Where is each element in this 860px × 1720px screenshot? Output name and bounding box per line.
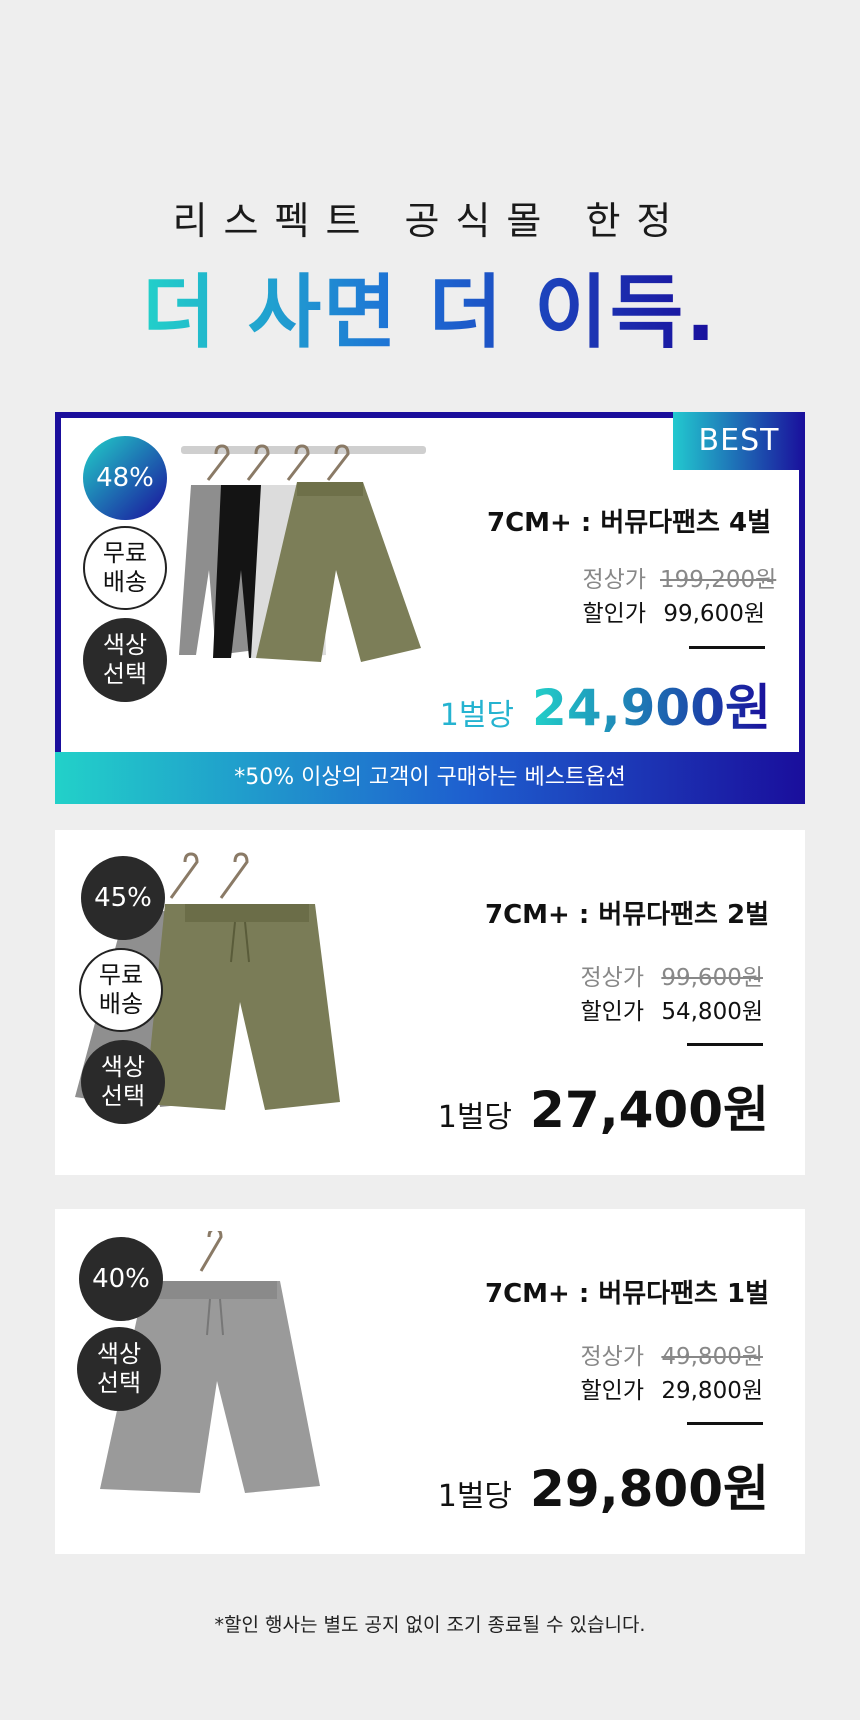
badge-label: 색상 선택 bbox=[100, 1053, 146, 1110]
per-unit-value: 27,400원 bbox=[530, 1081, 769, 1139]
sale-price: 54,800원 bbox=[661, 999, 763, 1025]
per-unit-price: 1벌당 27,400원 bbox=[438, 1070, 769, 1142]
original-price-label: 정상가 bbox=[580, 965, 644, 991]
color-select-badge: 색상 선택 bbox=[83, 618, 167, 702]
badge-label: 무료 배송 bbox=[102, 539, 148, 596]
sale-price-label: 할인가 bbox=[582, 601, 646, 627]
free-shipping-badge: 무료 배송 bbox=[79, 948, 163, 1032]
color-select-badge: 색상 선택 bbox=[81, 1040, 165, 1124]
sale-price-row: 할인가 29,800원 bbox=[581, 1371, 763, 1405]
per-unit-value: 29,800원 bbox=[530, 1460, 769, 1518]
discount-badge: 48% bbox=[83, 436, 167, 520]
per-unit-value: 24,900원 bbox=[532, 668, 771, 740]
original-price-label: 정상가 bbox=[582, 567, 646, 593]
product-card-2pack[interactable]: 45% 무료 배송 색상 선택 7CM+ : 버뮤다팬츠 2벌 정상가 99,6… bbox=[55, 830, 805, 1175]
original-price-row: 정상가 199,200원 bbox=[582, 560, 777, 594]
price-divider bbox=[687, 1043, 763, 1046]
original-price: 99,600원 bbox=[661, 965, 763, 991]
headline-text: 더 사면 더 이득. bbox=[142, 266, 718, 359]
discount-badge: 40% bbox=[79, 1237, 163, 1321]
original-price: 199,200원 bbox=[660, 567, 777, 593]
sale-price: 99,600원 bbox=[663, 601, 765, 627]
badge-label: 색상 선택 bbox=[102, 631, 148, 688]
per-unit-label: 1벌당 bbox=[439, 698, 515, 733]
product-title: 7CM+ : 버뮤다팬츠 4벌 bbox=[487, 508, 771, 538]
price-divider bbox=[687, 1422, 763, 1425]
page-headline: 더 사면 더 이득. bbox=[0, 248, 860, 364]
free-shipping-badge: 무료 배송 bbox=[83, 526, 167, 610]
sale-price-row: 할인가 99,600원 bbox=[583, 594, 765, 628]
per-unit-label: 1벌당 bbox=[437, 1100, 513, 1135]
per-unit-price: 1벌당 29,800원 bbox=[438, 1449, 769, 1521]
sale-price-label: 할인가 bbox=[580, 999, 644, 1025]
product-image-4pack bbox=[179, 444, 426, 662]
original-price-row: 정상가 99,600원 bbox=[581, 958, 763, 992]
sale-price: 29,800원 bbox=[661, 1378, 763, 1404]
product-title: 7CM+ : 버뮤다팬츠 2벌 bbox=[485, 900, 769, 930]
original-price-row: 정상가 49,800원 bbox=[581, 1337, 763, 1371]
page-subtitle: 리스펙트 공식몰 한정 bbox=[172, 199, 688, 243]
best-option-banner: *50% 이상의 고객이 구매하는 베스트옵션 bbox=[55, 752, 805, 804]
disclaimer-note: *할인 행사는 별도 공지 없이 조기 종료될 수 있습니다. bbox=[214, 1614, 646, 1636]
badge-label: 색상 선택 bbox=[96, 1340, 142, 1397]
best-tag: BEST bbox=[673, 412, 805, 470]
color-select-badge: 색상 선택 bbox=[77, 1327, 161, 1411]
per-unit-price: 1벌당 24,900원 bbox=[440, 668, 771, 740]
product-title: 7CM+ : 버뮤다팬츠 1벌 bbox=[485, 1279, 769, 1309]
price-divider bbox=[689, 646, 765, 649]
discount-badge: 45% bbox=[81, 856, 165, 940]
sale-price-row: 할인가 54,800원 bbox=[581, 992, 763, 1026]
sale-price-label: 할인가 bbox=[580, 1378, 644, 1404]
per-unit-label: 1벌당 bbox=[437, 1479, 513, 1514]
product-card-1pack[interactable]: 40% 색상 선택 7CM+ : 버뮤다팬츠 1벌 정상가 49,800원 할인… bbox=[55, 1209, 805, 1554]
original-price-label: 정상가 bbox=[580, 1344, 644, 1370]
badge-label: 무료 배송 bbox=[98, 961, 144, 1018]
original-price: 49,800원 bbox=[661, 1344, 763, 1370]
product-card-4pack[interactable]: BEST 48% 무료 배송 색상 선택 7CM+ : 버뮤다팬츠 4벌 정상가… bbox=[55, 412, 805, 804]
